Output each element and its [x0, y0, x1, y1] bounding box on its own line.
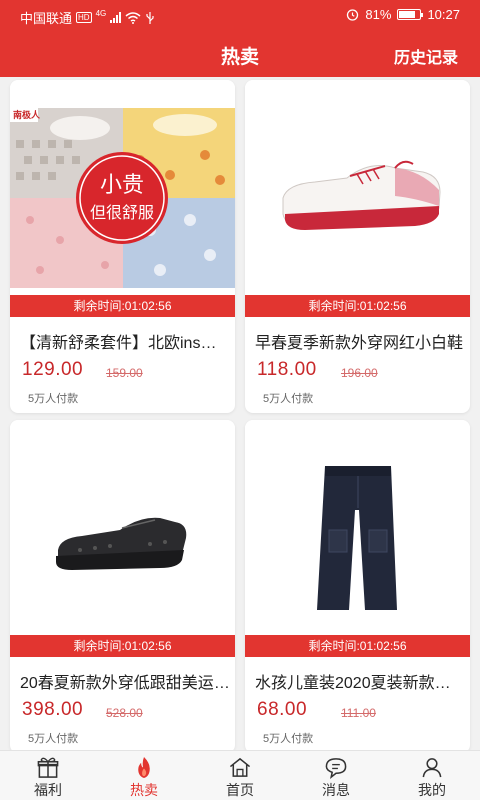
brand-tag: 南极人 [13, 109, 41, 121]
tab-hot[interactable]: 热卖 [96, 751, 192, 800]
original-price: 196.00 [341, 366, 378, 380]
tab-label: 首页 [226, 782, 254, 798]
product-price: 118.00 [257, 359, 317, 380]
network-type: 4G [95, 9, 107, 18]
sales-count: 5万人付款 [263, 393, 314, 405]
user-icon [422, 758, 442, 778]
gift-icon [37, 757, 59, 778]
product-image-bedding: 南极人 小贵 但很舒服 [10, 80, 235, 295]
tab-label: 福利 [34, 782, 62, 798]
product-name: 20春夏新款外穿低跟甜美运动鞋 [20, 675, 230, 692]
bottom-tab-bar: 福利 热卖 首页 消息 我的 [0, 750, 480, 800]
battery-icon [397, 9, 424, 20]
product-image-sneaker [245, 80, 470, 295]
battery-percent: 81% [365, 7, 392, 22]
countdown-timer: 剩余时间:01:02:56 [10, 295, 235, 317]
signal-icon [110, 12, 122, 23]
countdown-timer: 剩余时间:01:02:56 [245, 295, 470, 317]
tab-label: 我的 [418, 782, 446, 798]
home-icon [229, 757, 251, 777]
usb-icon [146, 11, 154, 24]
alarm-icon [347, 9, 359, 21]
sales-count: 5万人付款 [263, 733, 314, 745]
tab-welfare[interactable]: 福利 [0, 751, 96, 800]
product-image-pants [245, 420, 470, 635]
status-left: 中国联通 HD 4G [20, 8, 155, 27]
product-image-running-shoe [10, 420, 235, 635]
sales-count: 5万人付款 [28, 393, 79, 405]
promo-line2: 但很舒服 [90, 203, 154, 222]
promo-line1: 小贵 [100, 173, 144, 198]
tab-messages[interactable]: 消息 [288, 751, 384, 800]
product-price: 68.00 [257, 699, 308, 720]
product-price: 398.00 [22, 699, 84, 720]
product-name: 【清新舒柔套件】北欧ins风被套 [20, 335, 230, 352]
status-right: 81% 10:27 [346, 7, 460, 22]
status-bar: 中国联通 HD 4G 81% 10:27 [0, 0, 480, 32]
product-card[interactable]: 剩余时间:01:02:56 早春夏季新款外穿网红小白鞋 118.00 196.0… [245, 80, 470, 413]
original-price: 159.00 [106, 366, 143, 380]
sales-count: 5万人付款 [28, 733, 79, 745]
message-icon [325, 758, 347, 779]
original-price: 528.00 [106, 706, 143, 720]
wifi-icon [125, 11, 141, 24]
product-name: 水孩儿童装2020夏装新款裤子 [255, 675, 465, 692]
hd-badge: HD [76, 12, 92, 23]
clock: 10:27 [427, 7, 460, 22]
original-price: 111.00 [341, 706, 376, 720]
flame-icon [138, 756, 150, 779]
product-card[interactable]: 剩余时间:01:02:56 水孩儿童装2020夏装新款裤子 68.00 111.… [245, 420, 470, 753]
product-card[interactable]: 南极人 小贵 但很舒服 剩余时间:01:02:56 【清新舒柔套件】北欧ins风… [10, 80, 235, 413]
product-name: 早春夏季新款外穿网红小白鞋 [255, 335, 464, 352]
product-card[interactable]: 剩余时间:01:02:56 20春夏新款外穿低跟甜美运动鞋 398.00 528… [10, 420, 235, 753]
countdown-timer: 剩余时间:01:02:56 [245, 635, 470, 657]
product-price: 129.00 [22, 359, 84, 380]
countdown-timer: 剩余时间:01:02:56 [10, 635, 235, 657]
tab-label: 热卖 [130, 782, 158, 798]
history-button[interactable]: 历史记录 [394, 44, 458, 68]
tab-label: 消息 [322, 782, 350, 798]
tab-home[interactable]: 首页 [192, 751, 288, 800]
app-header: 中国联通 HD 4G 81% 10:27 热卖 历史记录 [0, 0, 480, 77]
tab-mine[interactable]: 我的 [384, 751, 480, 800]
carrier-label: 中国联通 [20, 11, 73, 26]
